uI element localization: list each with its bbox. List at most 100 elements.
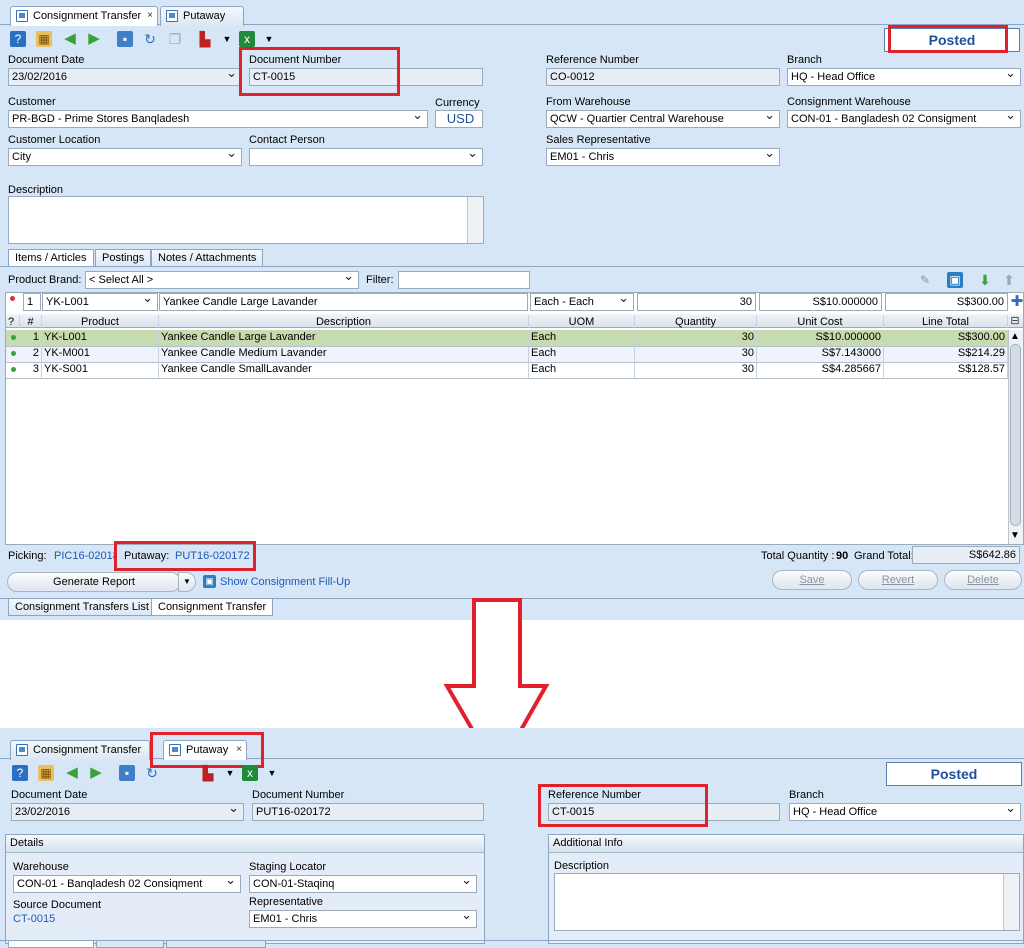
save-button[interactable]: Save	[772, 570, 852, 590]
tab-consignment-transfer[interactable]: Consignment Transfer ×	[10, 6, 158, 26]
revert-button[interactable]: Revert	[858, 570, 938, 590]
refresh-icon[interactable]: ↻	[144, 765, 160, 781]
tab-consignment-transfer[interactable]: Consignment Transfer	[10, 740, 150, 760]
from-warehouse-select[interactable]: QCW - Quartier Central Warehouse	[546, 110, 780, 128]
report-dropdown-button[interactable]: ▼	[178, 572, 196, 592]
grid-icon[interactable]: ▦	[38, 765, 54, 781]
refresh-icon[interactable]: ↻	[142, 31, 158, 47]
tab-consignment-transfers-list[interactable]: Consignment Transfers List	[8, 598, 156, 616]
document-date-field[interactable]: 23/02/2016	[8, 68, 242, 86]
document-icon	[166, 10, 178, 22]
scroll-up-icon[interactable]: ▲	[1010, 331, 1020, 342]
tab-consignment-transfer-detail[interactable]: Consignment Transfer	[151, 598, 274, 616]
show-consignment-fillup-link[interactable]: Show Consignment Fill-Up	[220, 576, 350, 588]
reference-number-field[interactable]: CO-0012	[546, 68, 780, 86]
tab-notes-attachments[interactable]: Notes / Attachments	[151, 249, 264, 267]
row-number: 1	[20, 330, 42, 346]
putaway-link[interactable]: PUT16-020172	[175, 550, 250, 562]
col-header-line-total[interactable]: Line Total	[884, 315, 1008, 328]
scroll-thumb[interactable]	[1010, 344, 1021, 526]
col-header-quantity[interactable]: Quantity	[635, 315, 757, 328]
chevron-down-icon[interactable]: ▼	[219, 31, 235, 47]
entry-unit-cost-input[interactable]: S$10.000000	[759, 293, 882, 311]
representative-select[interactable]: EM01 - Chris	[249, 910, 477, 928]
branch-select[interactable]: HQ - Head Office	[789, 803, 1021, 821]
chevron-down-icon[interactable]: ▼	[222, 765, 238, 781]
entry-uom-select[interactable]: Each - Each	[530, 293, 634, 311]
warehouse-select[interactable]: CON-01 - Banqladesh 02 Consiqment	[13, 875, 241, 893]
staging-locator-select[interactable]: CON-01-Staqinq	[249, 875, 477, 893]
customer-location-select[interactable]: City	[8, 148, 242, 166]
description-textarea[interactable]	[554, 873, 1020, 931]
save-icon[interactable]: ▪	[117, 31, 133, 47]
status-dot-icon	[11, 367, 16, 372]
copy-icon[interactable]: ❐	[167, 31, 183, 47]
entry-quantity-input[interactable]: 30	[637, 293, 756, 311]
description-textarea[interactable]	[8, 196, 484, 244]
scrollbar[interactable]	[1003, 874, 1019, 930]
reference-number-field[interactable]: CT-0015	[548, 803, 780, 821]
scrollbar[interactable]	[467, 197, 483, 243]
arrow-left-icon[interactable]: ◀	[64, 765, 80, 781]
row-divider	[6, 378, 1008, 379]
close-icon[interactable]: ×	[236, 741, 242, 759]
move-up-icon[interactable]: ⬆	[1001, 272, 1017, 288]
print-icon[interactable]: ▙	[200, 765, 216, 781]
excel-icon[interactable]: x	[242, 765, 258, 781]
arrow-right-icon[interactable]: ▶	[88, 765, 104, 781]
product-brand-select[interactable]: < Select All >	[85, 271, 359, 289]
filter-input[interactable]	[398, 271, 530, 289]
tab-items-articles[interactable]: Items / Articles	[8, 249, 94, 267]
chevron-down-icon[interactable]: ▼	[264, 765, 280, 781]
sales-rep-select[interactable]: EM01 - Chris	[546, 148, 780, 166]
entry-line-total-input[interactable]: S$300.00	[885, 293, 1008, 311]
tab-putaway[interactable]: Putaway	[160, 6, 244, 26]
export-icon[interactable]: ▣	[947, 272, 963, 288]
customer-select[interactable]: PR-BGD - Prime Stores Banqladesh	[8, 110, 428, 128]
reference-number-label: Reference Number	[546, 54, 639, 66]
edit-icon[interactable]: ✎	[917, 272, 933, 288]
col-header-uom[interactable]: UOM	[529, 315, 635, 328]
branch-label: Branch	[789, 789, 824, 801]
col-header-unit-cost[interactable]: Unit Cost	[757, 315, 884, 328]
branch-select[interactable]: HQ - Head Office	[787, 68, 1021, 86]
help-icon[interactable]: ?	[10, 31, 26, 47]
picking-link[interactable]: PIC16-02018	[54, 550, 116, 562]
arrow-right-icon[interactable]: ▶	[86, 31, 102, 47]
delete-button[interactable]: Delete	[944, 570, 1022, 590]
arrow-left-icon[interactable]: ◀	[62, 31, 78, 47]
document-number-field[interactable]: CT-0015	[249, 68, 483, 86]
move-down-icon[interactable]: ⬇	[977, 272, 993, 288]
branch-label: Branch	[787, 54, 822, 66]
close-icon[interactable]: ×	[147, 7, 153, 25]
chevron-down-icon[interactable]: ▼	[261, 31, 277, 47]
column-chooser-icon[interactable]: ⊟	[1008, 314, 1022, 328]
bottom-tab[interactable]	[96, 941, 164, 948]
source-document-link[interactable]: CT-0015	[13, 913, 55, 925]
consignment-warehouse-select[interactable]: CON-01 - Bangladesh 02 Consigment	[787, 110, 1021, 128]
bottom-tab[interactable]	[166, 941, 266, 948]
col-header-product[interactable]: Product	[42, 315, 159, 328]
print-icon[interactable]: ▙	[197, 31, 213, 47]
entry-description-input[interactable]: Yankee Candle Large Lavander	[159, 293, 528, 311]
grid-icon[interactable]: ▦	[36, 31, 52, 47]
add-row-icon[interactable]: ✚	[1009, 294, 1024, 310]
tab-postings[interactable]: Postings	[95, 249, 152, 267]
filter-label: Filter:	[366, 274, 394, 286]
tab-strip	[0, 758, 1024, 759]
currency-field[interactable]: USD	[435, 110, 483, 128]
entry-product-select[interactable]: YK-L001	[42, 293, 158, 311]
excel-icon[interactable]: x	[239, 31, 255, 47]
contact-person-select[interactable]	[249, 148, 483, 166]
bottom-tab[interactable]	[8, 941, 94, 948]
tab-putaway[interactable]: Putaway ×	[163, 740, 247, 760]
document-number-field[interactable]: PUT16-020172	[252, 803, 484, 821]
help-icon[interactable]: ?	[12, 765, 28, 781]
status-badge: Posted	[886, 762, 1022, 786]
generate-report-button[interactable]: Generate Report	[7, 572, 181, 592]
row-line-total: S$214.29	[884, 346, 1008, 362]
scroll-down-icon[interactable]: ▼	[1010, 530, 1020, 541]
save-icon[interactable]: ▪	[119, 765, 135, 781]
document-date-field[interactable]: 23/02/2016	[11, 803, 244, 821]
col-header-description[interactable]: Description	[159, 315, 529, 328]
